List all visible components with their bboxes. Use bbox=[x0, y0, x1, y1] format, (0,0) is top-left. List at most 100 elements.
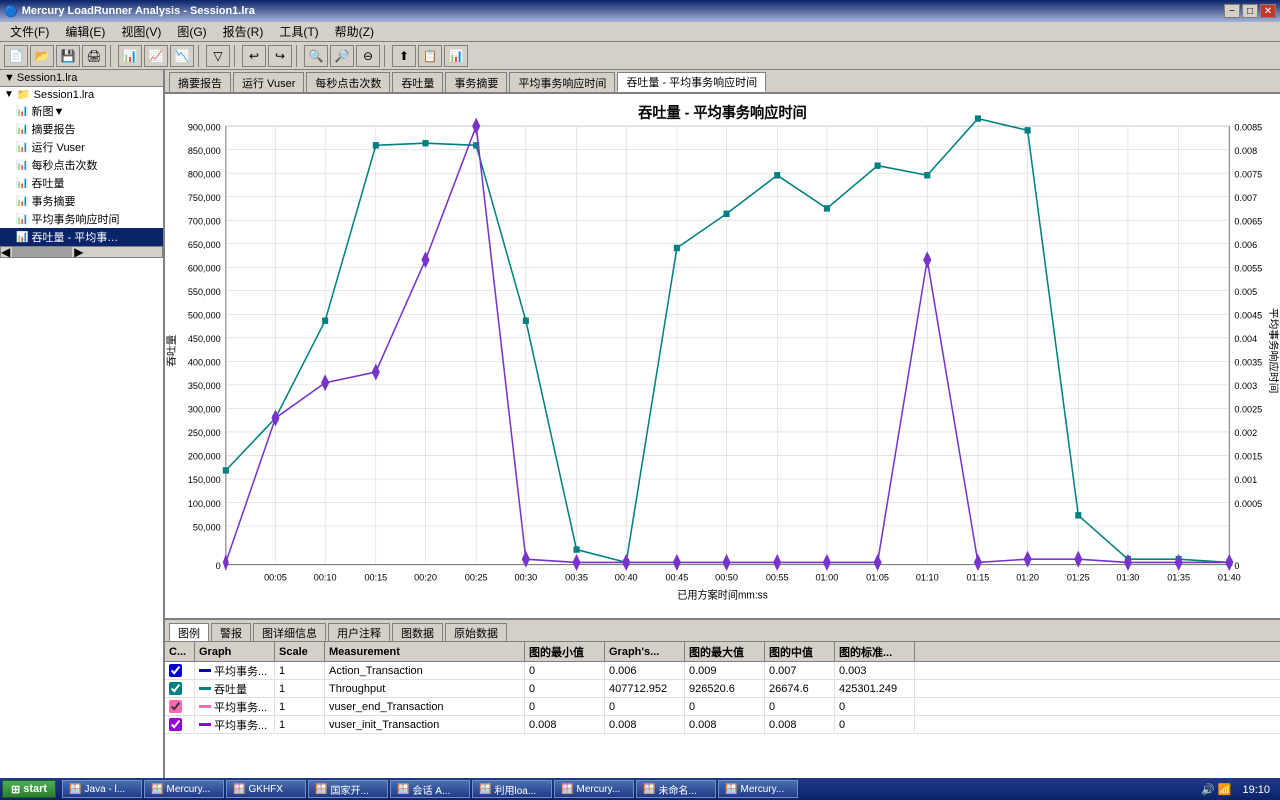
scroll-thumb[interactable] bbox=[12, 247, 72, 257]
taskbar-item-8[interactable]: 🪟Mercury... bbox=[718, 780, 798, 798]
legend-rows: 平均事务... 1 Action_Transaction 0 0.006 0.0… bbox=[165, 662, 1280, 734]
svg-text:0.0015: 0.0015 bbox=[1234, 452, 1262, 462]
chart1-btn[interactable]: 📊 bbox=[118, 45, 142, 67]
svg-text:01:10: 01:10 bbox=[916, 572, 939, 582]
taskbar-item-0[interactable]: 🪟Java - l... bbox=[62, 780, 142, 798]
zoom-btn[interactable]: 🔍 bbox=[304, 45, 328, 67]
svg-text:100,000: 100,000 bbox=[188, 499, 221, 509]
tab-2[interactable]: 每秒点击次数 bbox=[306, 72, 390, 92]
tab-5[interactable]: 平均事务响应时间 bbox=[509, 72, 615, 92]
zoomout-btn[interactable]: ⊖ bbox=[356, 45, 380, 67]
tree-root[interactable]: ▼ 📁 Session1.lra bbox=[0, 87, 163, 102]
row-median: 26674.6 bbox=[765, 680, 835, 697]
redo-btn[interactable]: ↪ bbox=[268, 45, 292, 67]
import-btn[interactable]: 📋 bbox=[418, 45, 442, 67]
title-text: Mercury LoadRunner Analysis - Session1.l… bbox=[22, 5, 255, 17]
row-graph-min: 0 bbox=[605, 698, 685, 715]
minimize-button[interactable]: − bbox=[1224, 4, 1240, 18]
taskbar-item-icon: 🪟 bbox=[725, 784, 737, 795]
row-checkbox[interactable] bbox=[165, 662, 195, 679]
chart3-btn[interactable]: 📉 bbox=[170, 45, 194, 67]
start-button[interactable]: ⊞ start bbox=[2, 780, 56, 798]
filter-btn[interactable]: ▽ bbox=[206, 45, 230, 67]
row-graph: 平均事务... bbox=[195, 698, 275, 715]
graph-btn[interactable]: 📊 bbox=[444, 45, 468, 67]
col-graph: Graph bbox=[195, 642, 275, 661]
taskbar-item-1[interactable]: 🪟Mercury... bbox=[144, 780, 224, 798]
tab-0[interactable]: 摘要报告 bbox=[169, 72, 231, 92]
row-checkbox[interactable] bbox=[165, 680, 195, 697]
maximize-button[interactable]: □ bbox=[1242, 4, 1258, 18]
taskbar-item-5[interactable]: 🪟利用loa... bbox=[472, 780, 552, 798]
tree-item[interactable]: 📊 事务摘要 bbox=[0, 192, 163, 210]
menu-item[interactable]: 工具(T) bbox=[271, 21, 326, 42]
chart2-btn[interactable]: 📈 bbox=[144, 45, 168, 67]
menu-item[interactable]: 图(G) bbox=[169, 21, 214, 42]
svg-text:250,000: 250,000 bbox=[188, 428, 221, 438]
svg-text:00:55: 00:55 bbox=[766, 572, 789, 582]
close-button[interactable]: ✕ bbox=[1260, 4, 1276, 18]
svg-text:0.003: 0.003 bbox=[1234, 381, 1257, 391]
save-btn[interactable]: 💾 bbox=[56, 45, 80, 67]
taskbar-item-3[interactable]: 🪟国家开... bbox=[308, 780, 388, 798]
menu-item[interactable]: 文件(F) bbox=[2, 21, 57, 42]
svg-text:0.0035: 0.0035 bbox=[1234, 357, 1262, 367]
title-bar: 🔵 Mercury LoadRunner Analysis - Session1… bbox=[0, 0, 1280, 22]
taskbar-item-4[interactable]: 🪟会话 A... bbox=[390, 780, 470, 798]
taskbar-item-icon: 🪟 bbox=[233, 784, 245, 795]
tree-item[interactable]: 📊 吞吐量 - 平均事… bbox=[0, 228, 163, 246]
taskbar-item-icon: 🪟 bbox=[151, 784, 163, 795]
row-scale: 1 bbox=[275, 698, 325, 715]
col-std: 图的标准... bbox=[835, 642, 915, 661]
taskbar-item-icon: 🪟 bbox=[479, 784, 491, 795]
tab-4[interactable]: 事务摘要 bbox=[445, 72, 507, 92]
tree-item[interactable]: 📊 运行 Vuser bbox=[0, 138, 163, 156]
tree-item[interactable]: 📊 每秒点击次数 bbox=[0, 156, 163, 174]
export-btn[interactable]: ⬆ bbox=[392, 45, 416, 67]
svg-text:0.0045: 0.0045 bbox=[1234, 310, 1262, 320]
menu-item[interactable]: 视图(V) bbox=[113, 21, 169, 42]
svg-text:300,000: 300,000 bbox=[188, 404, 221, 414]
left-panel-scrollbar[interactable]: ◀ ▶ bbox=[0, 246, 163, 258]
bottom-tab-4[interactable]: 图数据 bbox=[392, 623, 443, 641]
tab-3[interactable]: 吞吐量 bbox=[392, 72, 443, 92]
taskbar-item-6[interactable]: 🪟Mercury... bbox=[554, 780, 634, 798]
tree-item[interactable]: 📊 平均事务响应时间 bbox=[0, 210, 163, 228]
row-checkbox[interactable] bbox=[165, 698, 195, 715]
tree-item[interactable]: 📊 新图▼ bbox=[0, 102, 163, 120]
svg-text:00:30: 00:30 bbox=[514, 572, 537, 582]
row-max: 0 bbox=[685, 698, 765, 715]
col-scale: Scale bbox=[275, 642, 325, 661]
taskbar-item-2[interactable]: 🪟GKHFX bbox=[226, 780, 306, 798]
tree-collapse-icon[interactable]: ▼ bbox=[4, 72, 15, 84]
row-min: 0.008 bbox=[525, 716, 605, 733]
menu-item[interactable]: 帮助(Z) bbox=[327, 21, 382, 42]
undo-btn[interactable]: ↩ bbox=[242, 45, 266, 67]
chart-area: 吞吐量 - 平均事务响应时间 bbox=[165, 94, 1280, 618]
tab-1[interactable]: 运行 Vuser bbox=[233, 72, 304, 92]
bottom-tab-0[interactable]: 图例 bbox=[169, 623, 209, 641]
row-checkbox[interactable] bbox=[165, 716, 195, 733]
tree-item[interactable]: 📊 摘要报告 bbox=[0, 120, 163, 138]
bottom-tab-3[interactable]: 用户注释 bbox=[328, 623, 390, 641]
bottom-tab-1[interactable]: 警报 bbox=[211, 623, 251, 641]
taskbar-item-7[interactable]: 🪟未命名... bbox=[636, 780, 716, 798]
new-btn[interactable]: 📄 bbox=[4, 45, 28, 67]
open-btn[interactable]: 📂 bbox=[30, 45, 54, 67]
title-bar-controls: − □ ✕ bbox=[1224, 4, 1276, 18]
tree-item[interactable]: 📊 吞吐量 bbox=[0, 174, 163, 192]
print-btn[interactable]: 🖨 bbox=[82, 45, 106, 67]
svg-text:00:40: 00:40 bbox=[615, 572, 638, 582]
bottom-tab-5[interactable]: 原始数据 bbox=[445, 623, 507, 641]
row-min: 0 bbox=[525, 662, 605, 679]
bottom-tab-2[interactable]: 图详细信息 bbox=[253, 623, 326, 641]
row-std: 425301.249 bbox=[835, 680, 915, 697]
menu-item[interactable]: 报告(R) bbox=[215, 21, 272, 42]
zoomin-btn[interactable]: 🔎 bbox=[330, 45, 354, 67]
row-graph: 吞吐量 bbox=[195, 680, 275, 697]
svg-text:0.0025: 0.0025 bbox=[1234, 404, 1262, 414]
svg-text:200,000: 200,000 bbox=[188, 452, 221, 462]
menu-item[interactable]: 编辑(E) bbox=[57, 21, 113, 42]
tab-6[interactable]: 吞吐量 - 平均事务响应时间 bbox=[617, 72, 766, 92]
svg-text:550,000: 550,000 bbox=[188, 287, 221, 297]
